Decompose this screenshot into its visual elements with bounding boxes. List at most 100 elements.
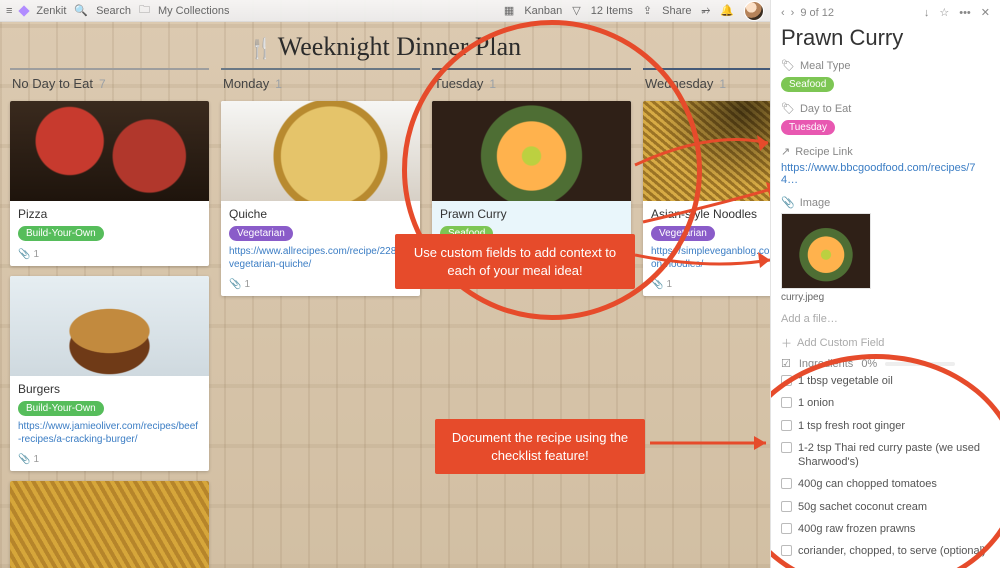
download-icon[interactable]: ↓: [924, 7, 930, 19]
checklist-item-text: 1 onion: [798, 396, 834, 410]
card-link[interactable]: https://www.jamieoliver.com/recipes/beef…: [18, 420, 201, 446]
checklist-item[interactable]: coriander, chopped, to serve (optional): [781, 540, 990, 562]
checklist-item[interactable]: 1 tsp fresh root ginger: [781, 415, 990, 437]
card-tag[interactable]: Vegetarian: [229, 226, 293, 241]
card-link[interactable]: https://simpleveganblog.com/stir-fried-u…: [651, 245, 770, 271]
attachment-count: 1: [33, 454, 39, 465]
card-title: Burgers: [18, 382, 201, 396]
column-monday: Monday 1 Quiche Vegetarian https://www.a…: [221, 68, 420, 568]
card-link[interactable]: https://www.allrecipes.com/recipe/22842/…: [229, 245, 412, 271]
column-header[interactable]: No Day to Eat 7: [10, 68, 209, 101]
checklist-item[interactable]: 1 tbsp vegetable oil: [781, 370, 990, 392]
item-title[interactable]: Prawn Curry: [781, 25, 990, 51]
plus-icon: ＋: [781, 335, 792, 351]
card-title: Quiche: [229, 207, 412, 221]
column-count: 7: [99, 77, 106, 91]
user-avatar[interactable]: [744, 1, 764, 21]
card-tag[interactable]: Build-Your-Own: [18, 401, 104, 416]
checkbox-icon[interactable]: [781, 523, 792, 534]
field-recipe-link[interactable]: ↗Recipe Link https://www.bbcgoodfood.com…: [781, 145, 990, 186]
card-title: Asian-style Noodles: [651, 207, 770, 221]
board-title: 🍴Weeknight Dinner Plan: [0, 22, 770, 68]
column-header[interactable]: Wednesday 1: [643, 68, 770, 101]
column-header[interactable]: Monday 1: [221, 68, 420, 101]
close-icon[interactable]: ✕: [981, 6, 990, 19]
card-thumbnail: [432, 101, 631, 201]
checkbox-icon[interactable]: [781, 501, 792, 512]
tag-icon: 🏷: [781, 59, 795, 72]
checklist-item-text: 1 tsp fresh root ginger: [798, 419, 905, 433]
column-count: 1: [719, 77, 726, 91]
breadcrumb[interactable]: My Collections: [158, 5, 230, 17]
card-footer: 📎 1: [432, 245, 631, 266]
menu-icon[interactable]: ≡: [6, 5, 12, 17]
checkbox-icon[interactable]: [781, 420, 792, 431]
kanban-board: ≡ Zenkit 🔍 Search 🗀 My Collections ▦ Kan…: [0, 0, 770, 568]
checkbox-icon[interactable]: [781, 375, 792, 386]
checklist-title: Ingredients: [799, 358, 853, 370]
checklist-item[interactable]: 400g can chopped tomatoes: [781, 473, 990, 495]
view-label[interactable]: Kanban: [524, 5, 562, 17]
card[interactable]: Pizza Build-Your-Own 📎 1: [10, 101, 209, 266]
card[interactable]: Quiche Vegetarian https://www.allrecipes…: [221, 101, 420, 296]
checkbox-icon[interactable]: [781, 397, 792, 408]
checklist-header[interactable]: ☑ Ingredients 0%: [781, 357, 990, 370]
attachment-count: 1: [455, 249, 461, 260]
card[interactable]: Prawn Curry Seafood 📎 1: [432, 101, 631, 266]
field-meal-type[interactable]: 🏷Meal Type Seafood: [781, 59, 990, 92]
zenkit-logo-icon[interactable]: [19, 5, 30, 16]
card-footer: 📎 1: [10, 450, 209, 471]
checkbox-icon[interactable]: [781, 545, 792, 556]
folder-icon: 🗀: [139, 1, 150, 20]
add-file-button[interactable]: Add a file…: [781, 313, 990, 325]
checklist-item-text: 1-2 tsp Thai red curry paste (we used Sh…: [798, 441, 990, 470]
checklist-item-text: coriander, chopped, to serve (optional): [798, 544, 986, 558]
chevron-left-icon[interactable]: ‹: [781, 7, 785, 19]
checklist-item[interactable]: 400g raw frozen prawns: [781, 518, 990, 540]
card-tag[interactable]: Build-Your-Own: [18, 226, 104, 241]
checklist-item[interactable]: 1 onion: [781, 392, 990, 414]
notification-icon[interactable]: 🔔: [720, 4, 734, 17]
activity-icon[interactable]: ⭈: [701, 4, 710, 17]
share-label[interactable]: Share: [662, 5, 691, 17]
recipe-link-value[interactable]: https://www.bbcgoodfood.com/recipes/74…: [781, 162, 990, 186]
item-count[interactable]: 12 Items: [591, 5, 633, 17]
attachment-count: 1: [33, 249, 39, 260]
column-header[interactable]: Tuesday 1: [432, 68, 631, 101]
card-tag[interactable]: Vegetarian: [651, 226, 715, 241]
field-image[interactable]: 📎Image curry.jpeg Add a file…: [781, 196, 990, 325]
tag-icon: 🏷: [781, 102, 795, 115]
more-icon[interactable]: •••: [959, 7, 971, 19]
column-title: Tuesday: [434, 76, 483, 91]
search-icon[interactable]: 🔍: [74, 4, 88, 17]
field-day[interactable]: 🏷Day to Eat Tuesday: [781, 102, 990, 135]
chevron-right-icon[interactable]: ›: [791, 7, 795, 19]
card-tag[interactable]: Seafood: [440, 226, 493, 241]
card-footer: 📎 1: [221, 275, 420, 296]
card[interactable]: Asian-style Noodles Vegetarian https://s…: [643, 101, 770, 296]
star-icon[interactable]: ☆: [939, 6, 949, 19]
share-icon: ⇪: [643, 4, 652, 17]
column-title: Wednesday: [645, 76, 713, 91]
checkbox-icon[interactable]: [781, 478, 792, 489]
day-value[interactable]: Tuesday: [781, 120, 835, 135]
card[interactable]: Burgers Build-Your-Own https://www.jamie…: [10, 276, 209, 471]
app-topbar: ≡ Zenkit 🔍 Search 🗀 My Collections ▦ Kan…: [0, 0, 770, 22]
meal-type-value[interactable]: Seafood: [781, 77, 834, 92]
search-label[interactable]: Search: [96, 5, 131, 17]
attachment-icon: 📎: [651, 279, 663, 290]
card[interactable]: [10, 481, 209, 568]
card-footer: 📎 1: [643, 275, 770, 296]
column-tuesday: Tuesday 1 Prawn Curry Seafood 📎 1: [432, 68, 631, 568]
card-title: Pizza: [18, 207, 201, 221]
attachment-icon: 📎: [440, 249, 452, 260]
checkbox-icon[interactable]: [781, 442, 792, 453]
checklist-item-text: 400g raw frozen prawns: [798, 522, 915, 536]
checklist-progress-bar: [885, 362, 955, 366]
item-image-thumb[interactable]: [781, 213, 871, 289]
checklist-item[interactable]: 50g sachet coconut cream: [781, 496, 990, 518]
add-custom-field-button[interactable]: ＋Add Custom Field: [781, 335, 990, 351]
checklist-item[interactable]: 1-2 tsp Thai red curry paste (we used Sh…: [781, 437, 990, 474]
card-thumbnail: [10, 481, 209, 568]
column-count: 1: [275, 77, 282, 91]
